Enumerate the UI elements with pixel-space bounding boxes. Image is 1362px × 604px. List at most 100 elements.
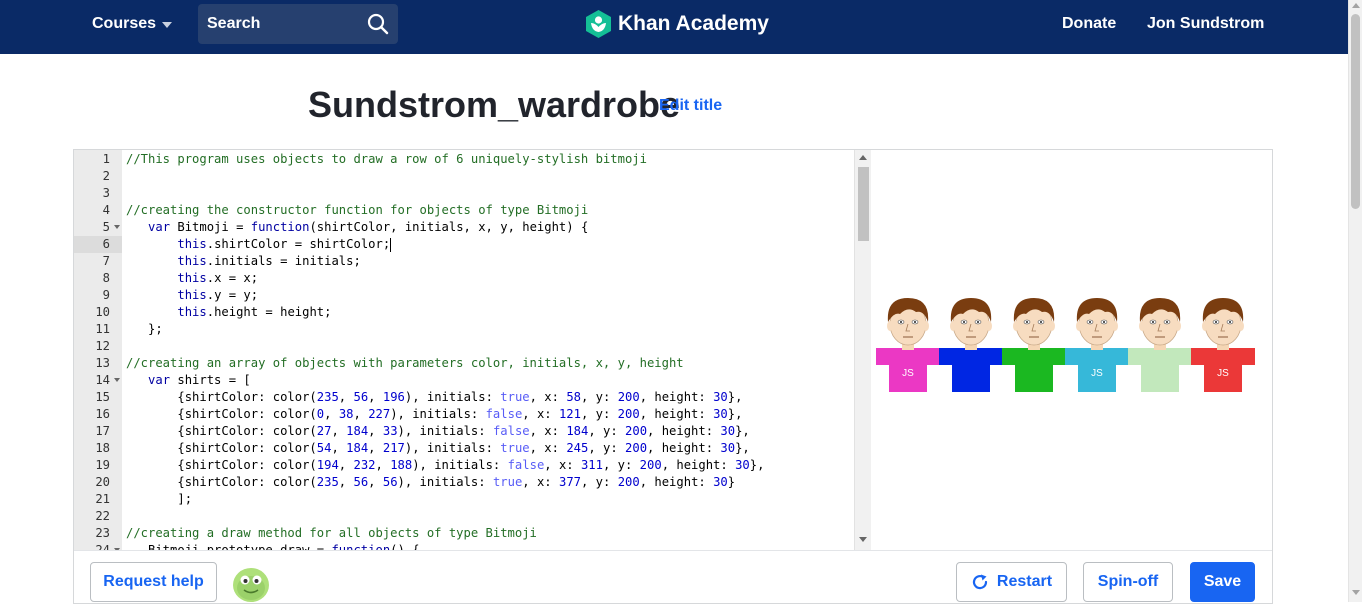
ear	[1202, 321, 1208, 331]
page-scrollbar[interactable]	[1348, 0, 1362, 602]
shirt	[1002, 348, 1066, 392]
code-line[interactable]: 15 {shirtColor: color(235, 56, 196), ini…	[74, 389, 854, 406]
pupil	[914, 321, 916, 323]
code-line[interactable]: 23 //creating a draw method for all objec…	[74, 525, 854, 542]
code-text: Bitmoji.prototype.draw = function() {	[126, 543, 420, 550]
code-line[interactable]: 6 this.shirtColor = shirtColor;	[74, 236, 854, 253]
code-text: //creating the constructor function for …	[126, 203, 589, 217]
pupil	[1229, 321, 1231, 323]
line-number: 15	[95, 390, 110, 404]
code-text: this.x = x;	[177, 271, 259, 285]
pupil	[900, 321, 902, 323]
pupil	[1103, 321, 1105, 323]
code-text: ];	[126, 492, 193, 506]
shirt	[1128, 348, 1192, 392]
line-number: 6	[74, 236, 122, 253]
code-line[interactable]: 22	[74, 508, 854, 525]
code-line[interactable]: 24 Bitmoji.prototype.draw = function() {	[74, 542, 854, 550]
spin-off-button[interactable]: Spin-off	[1083, 562, 1173, 602]
code-line[interactable]: 14 var shirts = [	[74, 372, 854, 389]
line-number: 9	[102, 288, 110, 302]
scroll-up-arrow-icon[interactable]	[1352, 3, 1360, 8]
pupil	[977, 321, 979, 323]
line-number: 2	[102, 169, 110, 183]
chevron-down-icon	[162, 22, 173, 28]
code-line[interactable]: 17 {shirtColor: color(27, 184, 33), init…	[74, 423, 854, 440]
donate-link[interactable]: Donate	[1062, 15, 1116, 33]
spin-off-label: Spin-off	[1097, 573, 1159, 590]
code-text: this.shirtColor = shirtColor;	[177, 237, 392, 252]
avatar[interactable]	[232, 566, 270, 602]
bitmoji-figure	[1002, 298, 1066, 392]
line-number: 18	[95, 441, 110, 455]
code-text: this.height = height;	[177, 305, 332, 319]
code-text: //creating an array of objects with para…	[126, 356, 684, 370]
code-line[interactable]: 4 //creating the constructor function for…	[74, 202, 854, 219]
line-number: 19	[95, 458, 110, 472]
line-number: 13	[95, 356, 110, 370]
code-line[interactable]: 18 {shirtColor: color(54, 184, 217), ini…	[74, 440, 854, 457]
pupil	[1166, 321, 1168, 323]
code-line[interactable]: 3	[74, 185, 854, 202]
line-number: 20	[95, 475, 110, 489]
code-text: {shirtColor: color(194, 232, 188), initi…	[126, 458, 765, 472]
search-box[interactable]: Search	[198, 4, 398, 44]
user-menu[interactable]: Jon Sundstrom	[1147, 15, 1264, 33]
line-number: 12	[95, 339, 110, 353]
search-icon[interactable]	[367, 13, 389, 35]
ear	[1238, 321, 1244, 331]
ear	[1049, 321, 1055, 331]
line-number: 8	[102, 271, 110, 285]
code-text: {shirtColor: color(235, 56, 196), initia…	[126, 390, 743, 404]
ear	[1013, 321, 1019, 331]
line-number: 11	[95, 322, 110, 336]
shirt-initials: JS	[1217, 368, 1229, 379]
code-line[interactable]: 5 var Bitmoji = function(shirtColor, ini…	[74, 219, 854, 236]
code-line[interactable]: 16 {shirtColor: color(0, 38, 227), initi…	[74, 406, 854, 423]
pupil	[1026, 321, 1028, 323]
edit-title-link[interactable]: Edit title	[659, 97, 722, 115]
bitmoji-figure: JS	[876, 298, 940, 392]
code-line[interactable]: 19 {shirtColor: color(194, 232, 188), in…	[74, 457, 854, 474]
request-help-label: Request help	[103, 573, 204, 590]
bitmoji-figure	[939, 298, 1003, 392]
editor-scroll-down-icon[interactable]	[859, 537, 867, 542]
code-line[interactable]: 11 };	[74, 321, 854, 338]
save-label: Save	[1203, 573, 1242, 590]
pupil	[1089, 321, 1091, 323]
khan-academy-leaf-icon	[586, 10, 611, 38]
fold-arrow-icon[interactable]	[114, 378, 120, 382]
code-line[interactable]: 21 ];	[74, 491, 854, 508]
editor-scroll-thumb[interactable]	[858, 167, 869, 241]
code-line[interactable]: 12	[74, 338, 854, 355]
output-canvas[interactable]: JS JS JS	[872, 150, 1272, 550]
code-line[interactable]: 9 this.y = y;	[74, 287, 854, 304]
code-line[interactable]: 10 this.height = height;	[74, 304, 854, 321]
line-number: 4	[102, 203, 110, 217]
fold-arrow-icon[interactable]	[114, 225, 120, 229]
ear	[1175, 321, 1181, 331]
brand-logo[interactable]: Khan Academy	[585, 10, 769, 38]
code-text: this.initials = initials;	[177, 254, 361, 268]
code-editor[interactable]: 1 //This program uses objects to draw a r…	[74, 150, 871, 550]
scroll-down-arrow-icon[interactable]	[1352, 590, 1360, 595]
line-number: 3	[102, 186, 110, 200]
request-help-button[interactable]: Request help	[90, 562, 217, 602]
text-cursor	[390, 237, 392, 252]
code-text: {shirtColor: color(0, 38, 227), initials…	[126, 407, 743, 421]
code-line[interactable]: 20 {shirtColor: color(235, 56, 56), init…	[74, 474, 854, 491]
courses-menu[interactable]: Courses	[92, 14, 173, 34]
restart-button[interactable]: Restart	[956, 562, 1067, 602]
scroll-thumb[interactable]	[1351, 14, 1360, 209]
save-button[interactable]: Save	[1190, 562, 1255, 602]
editor-scrollbar[interactable]	[854, 150, 871, 550]
code-line[interactable]: 8 this.x = x;	[74, 270, 854, 287]
code-line[interactable]: 13 //creating an array of objects with pa…	[74, 355, 854, 372]
ear	[950, 321, 956, 331]
code-line[interactable]: 7 this.initials = initials;	[74, 253, 854, 270]
ear	[1139, 321, 1145, 331]
code-text: //creating a draw method for all objects…	[126, 526, 537, 540]
code-line[interactable]: 1 //This program uses objects to draw a r…	[74, 151, 854, 168]
code-line[interactable]: 2	[74, 168, 854, 185]
editor-scroll-up-icon[interactable]	[859, 155, 867, 160]
